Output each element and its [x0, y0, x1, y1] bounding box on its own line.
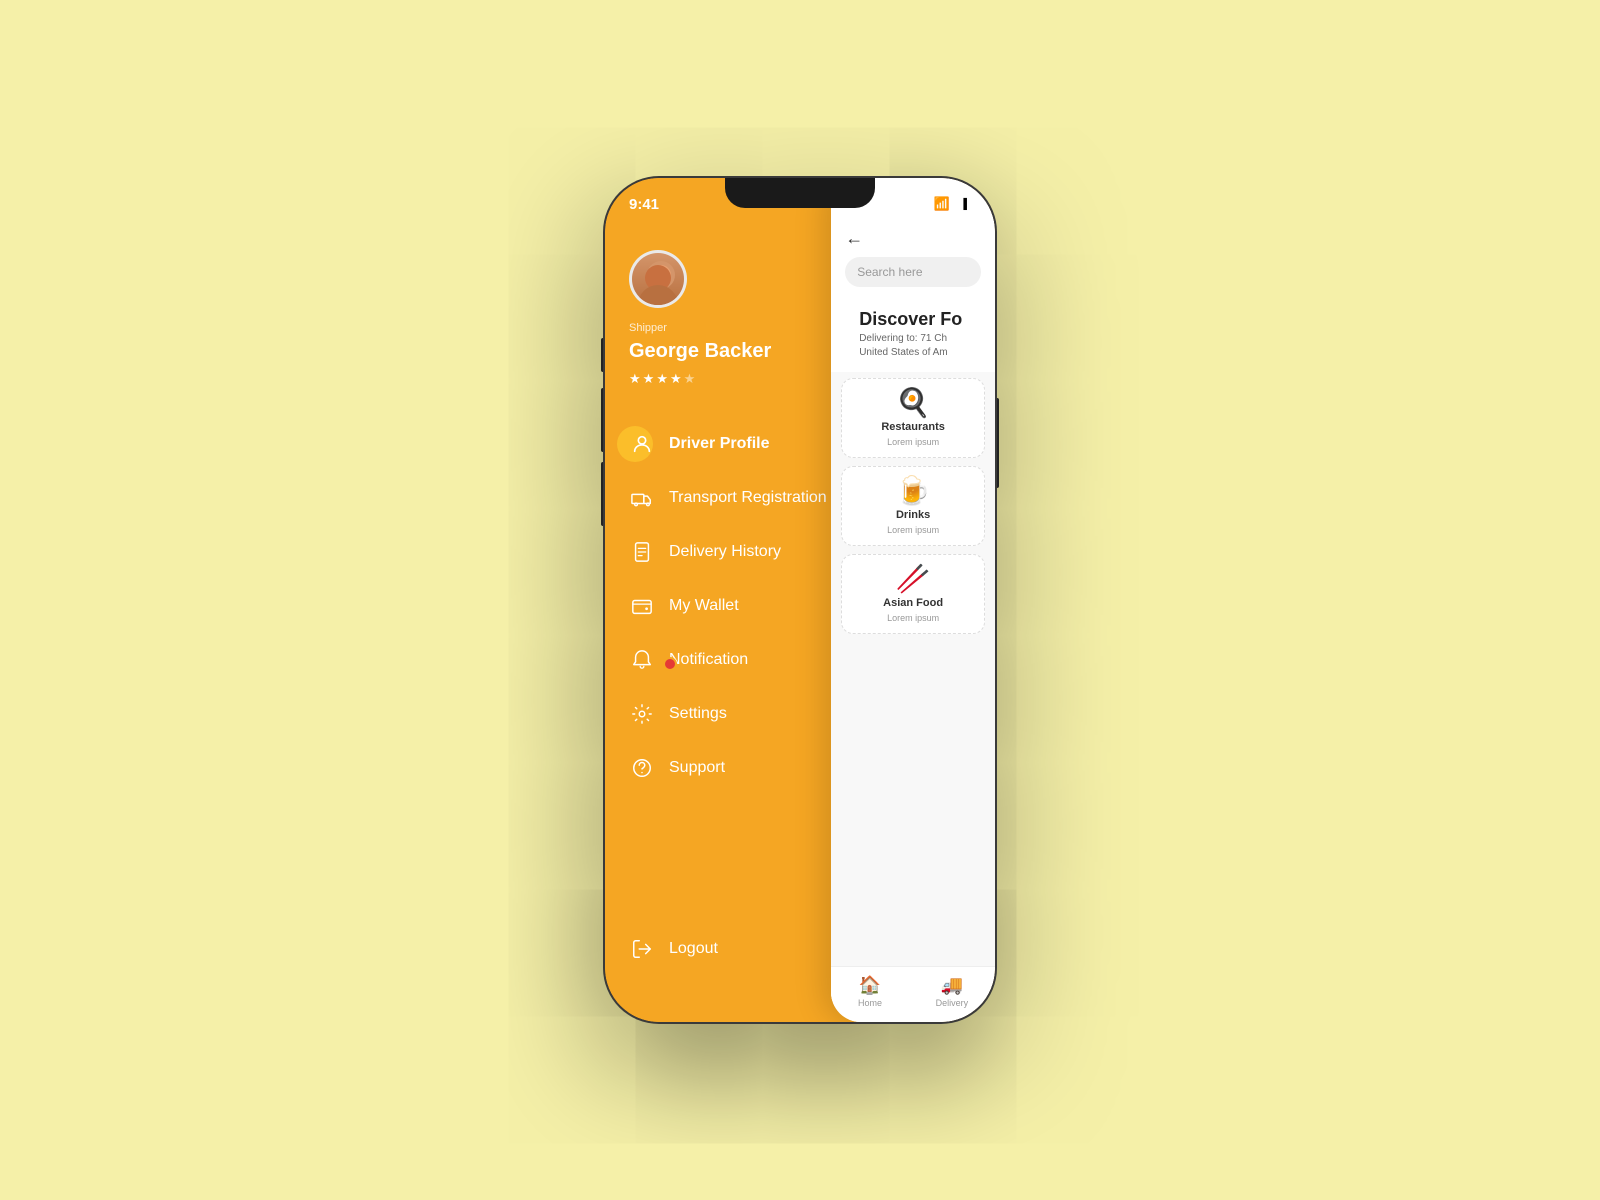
category-card-drinks[interactable]: 🍺 Drinks Lorem ipsum [841, 466, 985, 546]
user-rating: ★ ★ ★ ★ ★ [629, 371, 862, 387]
category-card-restaurants[interactable]: 🍳 Restaurants Lorem ipsum [841, 378, 985, 458]
category-drinks-name: Drinks [896, 509, 930, 521]
delivery-icon: 🚚 [941, 975, 963, 996]
category-asian-food-name: Asian Food [883, 597, 943, 609]
user-role-label: Shipper [629, 322, 862, 334]
close-label: Close [934, 236, 975, 254]
star-2: ★ [643, 371, 655, 387]
logout-label: Logout [669, 940, 718, 958]
sidebar-item-my-wallet-label: My Wallet [669, 597, 739, 615]
truck-icon [629, 485, 655, 511]
sidebar-item-settings-label: Settings [669, 705, 727, 723]
star-3: ★ [656, 371, 668, 387]
signal-icon [906, 197, 928, 211]
phone-screen: 9:41 📶 ▐ [605, 178, 995, 1022]
status-icons: 📶 ▐ [906, 188, 971, 212]
wallet-icon [629, 593, 655, 619]
home-icon: 🏠 [859, 975, 881, 996]
user-name: George Backer [629, 340, 862, 363]
delivering-to: Delivering to: 71 Ch United States of Am [845, 332, 981, 368]
power-button [995, 398, 999, 488]
sidebar-item-transport-registration-label: Transport Registration [669, 489, 827, 507]
star-4: ★ [670, 371, 682, 387]
avatar-image [632, 253, 684, 305]
category-asian-food-sub: Lorem ipsum [887, 613, 939, 623]
notification-badge [663, 657, 677, 671]
headset-icon [629, 755, 655, 781]
phone-wrapper: 9:41 📶 ▐ [605, 178, 995, 1022]
discover-title: Discover Fo [845, 303, 981, 332]
logout-button[interactable]: Logout [629, 936, 862, 962]
category-restaurants-sub: Lorem ipsum [887, 437, 939, 447]
food-panel-inner: ← Search here Discover Fo Delivering to:… [831, 178, 995, 1022]
notch [725, 178, 875, 208]
bell-icon [629, 647, 655, 673]
bottom-nav-home[interactable]: 🏠 Home [858, 975, 882, 1008]
discover-section: Discover Fo Delivering to: 71 Ch United … [831, 303, 995, 372]
avatar [629, 250, 687, 308]
close-x-icon: ✕ [913, 234, 928, 255]
sidebar-item-delivery-history-label: Delivery History [669, 543, 781, 561]
food-categories: 🍳 Restaurants Lorem ipsum 🍺 Drinks Lorem… [831, 372, 995, 966]
sidebar-item-driver-profile-label: Driver Profile [669, 435, 769, 453]
bottom-nav-delivery[interactable]: 🚚 Delivery [936, 975, 969, 1008]
country-text: United States of Am [859, 347, 947, 358]
search-placeholder: Search here [857, 265, 922, 279]
user-icon [629, 431, 655, 457]
battery-icon: ▐ [956, 198, 971, 211]
close-button[interactable]: ✕ Close [913, 234, 975, 255]
logout-icon [629, 936, 655, 962]
star-5: ★ [684, 371, 696, 387]
food-panel: ← Search here Discover Fo Delivering to:… [831, 178, 995, 1022]
drinks-icon: 🍺 [896, 477, 931, 505]
home-label: Home [858, 998, 882, 1008]
category-restaurants-name: Restaurants [881, 421, 945, 433]
status-time: 9:41 [629, 188, 659, 213]
delivery-label: Delivery [936, 998, 969, 1008]
search-bar[interactable]: Search here [845, 257, 981, 287]
asian-food-icon: 🥢 [896, 565, 931, 593]
restaurants-icon: 🍳 [896, 389, 931, 417]
delivering-text: Delivering to: 71 Ch [859, 333, 947, 344]
wifi-icon: 📶 [934, 196, 950, 212]
document-icon [629, 539, 655, 565]
category-drinks-sub: Lorem ipsum [887, 525, 939, 535]
sidebar-item-notification-label: Notification [669, 651, 748, 669]
gear-icon [629, 701, 655, 727]
sidebar-item-support-label: Support [669, 759, 725, 777]
star-1: ★ [629, 371, 641, 387]
food-bottom-nav: 🏠 Home 🚚 Delivery [831, 966, 995, 1022]
category-card-asian-food[interactable]: 🥢 Asian Food Lorem ipsum [841, 554, 985, 634]
phone-frame: 9:41 📶 ▐ [605, 178, 995, 1022]
